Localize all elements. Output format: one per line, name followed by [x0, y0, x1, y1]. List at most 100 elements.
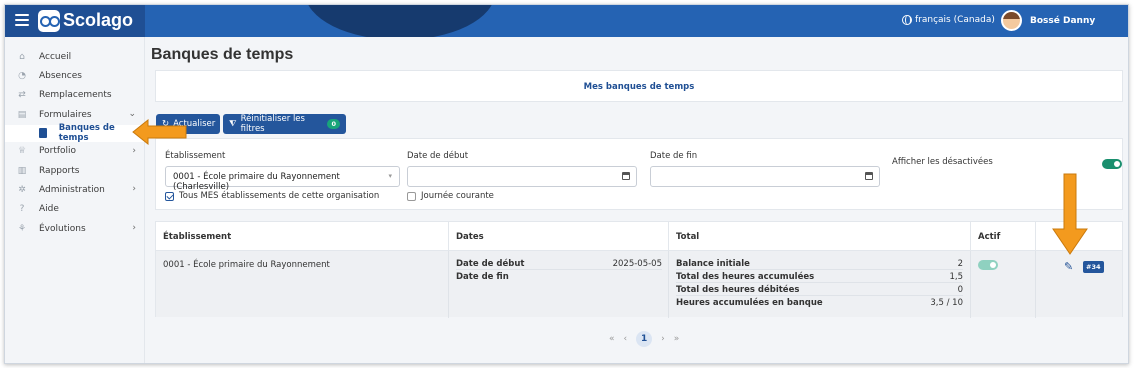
end-date-entry: Date de fin: [456, 272, 662, 282]
dates-cell: Date de début 2025-05-05 Date de fin: [449, 251, 669, 318]
table-row[interactable]: 0001 - École primaire du Rayonnement Dat…: [156, 250, 1122, 318]
establishment-cell: 0001 - École primaire du Rayonnement: [156, 251, 449, 318]
column-header-total[interactable]: Total: [669, 222, 971, 250]
tab-mes-banques-de-temps[interactable]: Mes banques de temps: [156, 82, 1122, 92]
sidebar-item-administration[interactable]: ✲ Administration ›: [5, 180, 144, 199]
filter-icon: ⧨: [229, 119, 237, 129]
language-selector[interactable]: français (Canada): [902, 15, 995, 25]
sidebar-item-label: Accueil: [39, 51, 72, 62]
end-date-key: Date de fin: [456, 272, 509, 282]
trophy-icon: ♕: [17, 146, 27, 157]
total-key: Total des heures débitées: [676, 285, 800, 295]
sidebar-subitem-banques-de-temps[interactable]: Banques de temps: [5, 123, 144, 143]
start-date-entry: Date de début 2025-05-05: [456, 259, 662, 270]
main-content: Banques de temps Mes banques de temps ↻ …: [151, 37, 1128, 363]
end-date-field[interactable]: [650, 166, 880, 187]
report-icon: ▥: [17, 165, 27, 176]
establishment-label: Établissement: [165, 151, 226, 161]
sidebar-item-aide[interactable]: ? Aide: [5, 200, 144, 219]
sidebar-item-label: Administration: [39, 185, 105, 196]
question-icon: ?: [19, 204, 25, 215]
total-value: 0: [957, 285, 963, 295]
app-window: Scolago français (Canada) Bossé Danny ⌂ …: [4, 4, 1129, 364]
total-value: 1,5: [949, 272, 963, 282]
next-page-button[interactable]: ›: [661, 334, 665, 344]
prev-page-button[interactable]: ‹: [624, 334, 628, 344]
id-badge[interactable]: #34: [1083, 261, 1104, 273]
chevron-right-icon: ›: [132, 184, 136, 195]
current-day-checkbox[interactable]: Journée courante: [407, 191, 494, 201]
user-name: Bossé Danny: [1030, 15, 1096, 26]
pagination: « ‹ 1 › »: [609, 331, 679, 347]
sidebar-item-remplacements[interactable]: ⇄ Remplacements: [5, 86, 144, 105]
show-disabled-label: Afficher les désactivées: [892, 157, 993, 167]
globe-icon: [902, 15, 912, 25]
establishment-value: 0001 - École primaire du Rayonnement (Ch…: [173, 172, 340, 192]
sidebar-item-absences[interactable]: ◔ Absences: [5, 66, 144, 85]
total-value: 3,5 / 10: [930, 298, 963, 308]
chevron-right-icon: ›: [132, 223, 136, 234]
user-menu[interactable]: Bossé Danny: [1001, 10, 1095, 31]
active-toggle[interactable]: [978, 260, 998, 270]
sidebar-item-portfolio[interactable]: ♕ Portfolio ›: [5, 142, 144, 161]
total-entry: Balance initiale 2: [676, 259, 963, 270]
annotation-arrow-down-icon: [1052, 173, 1088, 255]
start-date-label: Date de début: [407, 151, 469, 161]
sidebar-item-label: Absences: [39, 71, 82, 82]
total-entry: Total des heures accumulées 1,5: [676, 272, 963, 283]
chevron-down-icon: ⌄: [128, 109, 136, 120]
start-date-field[interactable]: [407, 166, 637, 187]
edit-pencil-icon[interactable]: ✎: [1064, 261, 1074, 272]
end-date-label: Date de fin: [650, 151, 698, 161]
swap-icon: ⇄: [18, 90, 26, 101]
total-entry: Total des heures débitées 0: [676, 285, 963, 296]
total-key: Total des heures accumulées: [676, 272, 815, 282]
show-disabled-toggle[interactable]: [1102, 159, 1122, 169]
language-label: français (Canada): [915, 15, 995, 25]
logo-icon: [38, 10, 60, 32]
filters-panel: Établissement 0001 - École primaire du R…: [155, 138, 1123, 210]
decorative-wave: [305, 5, 495, 37]
calendar-icon[interactable]: [622, 172, 630, 180]
checkbox-checked-icon: [165, 191, 174, 201]
column-header-dates[interactable]: Dates: [449, 222, 669, 250]
column-header-actif[interactable]: Actif: [971, 222, 1036, 250]
sidebar-item-accueil[interactable]: ⌂ Accueil: [5, 47, 144, 66]
sidebar-item-label: Portfolio: [39, 146, 77, 157]
all-establishments-checkbox[interactable]: Tous MES établissements de cette organis…: [165, 191, 379, 201]
active-cell: [971, 251, 1036, 318]
total-value: 2: [957, 259, 963, 269]
reset-filters-button[interactable]: ⧨ Réinitialiser les filtres 0: [223, 114, 346, 134]
annotation-arrow-left-icon: [132, 119, 187, 145]
total-key: Heures accumulées en banque: [676, 298, 823, 308]
current-day-label: Journée courante: [421, 191, 494, 201]
filter-count-badge: 0: [327, 119, 340, 129]
column-header-establishment[interactable]: Établissement: [156, 222, 449, 250]
establishment-select[interactable]: 0001 - École primaire du Rayonnement (Ch…: [165, 166, 400, 192]
time-banks-table: Établissement Dates Total Actif 0001 - É…: [155, 221, 1123, 318]
brand-logo[interactable]: Scolago: [63, 10, 133, 31]
avatar: [1001, 10, 1022, 31]
chevron-right-icon: ›: [132, 145, 136, 156]
sidebar-item-rapports[interactable]: ▥ Rapports: [5, 161, 144, 180]
all-establishments-label: Tous MES établissements de cette organis…: [179, 191, 380, 201]
first-page-button[interactable]: «: [609, 334, 615, 344]
top-bar: Scolago français (Canada) Bossé Danny: [5, 5, 1128, 37]
tab-bar: Mes banques de temps: [155, 70, 1123, 102]
sidebar-item-evolutions[interactable]: ⚘ Évolutions ›: [5, 219, 144, 238]
total-entry: Heures accumulées en banque 3,5 / 10: [676, 298, 963, 308]
start-date-key: Date de début: [456, 259, 525, 269]
sidebar-item-label: Remplacements: [39, 90, 112, 101]
sidebar-item-formulaires[interactable]: ▤ Formulaires ⌄: [5, 105, 144, 124]
current-page-button[interactable]: 1: [636, 331, 653, 347]
home-icon: ⌂: [19, 51, 25, 62]
total-key: Balance initiale: [676, 259, 750, 269]
reset-label: Réinitialiser les filtres: [240, 114, 305, 134]
sidebar-item-label: Rapports: [39, 165, 80, 176]
last-page-button[interactable]: »: [674, 334, 680, 344]
start-date-value: 2025-05-05: [612, 259, 662, 269]
document-icon: [39, 128, 47, 139]
menu-icon[interactable]: [15, 14, 29, 26]
users-icon: ◔: [18, 71, 26, 82]
calendar-icon[interactable]: [865, 172, 873, 180]
